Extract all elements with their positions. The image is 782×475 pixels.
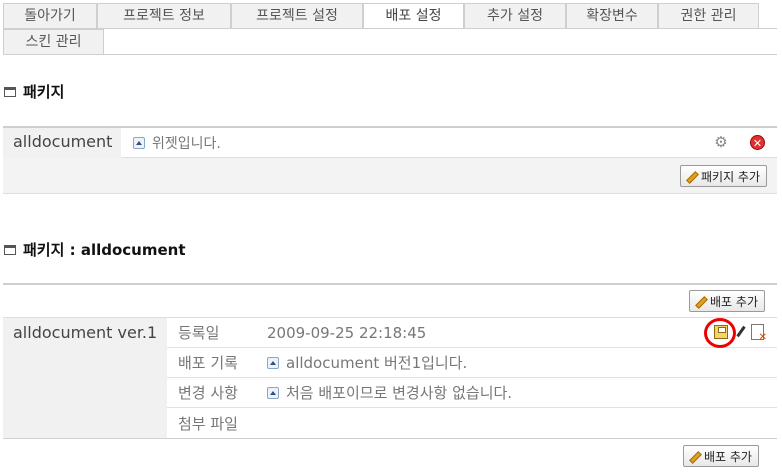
window-icon <box>4 86 16 97</box>
release-row-attachments: 첨부 파일 <box>167 408 777 438</box>
date-value: 2009-09-25 22:18:45 <box>267 323 427 342</box>
add-release-button-top[interactable]: 배포 추가 <box>689 290 765 312</box>
package-section-title: 패키지 <box>4 81 64 102</box>
tab-release-settings[interactable]: 배포 설정 <box>363 3 464 29</box>
log-value: alldocument 버전1입니다. <box>286 354 468 372</box>
release-heading: 패키지 : alldocument <box>23 241 186 259</box>
window-icon <box>4 244 16 255</box>
tab-project-info[interactable]: 프로젝트 정보 <box>97 3 231 28</box>
pencil-icon <box>688 450 700 462</box>
tab-extra-vars[interactable]: 확장변수 <box>566 3 658 28</box>
document-delete-icon[interactable] <box>751 324 767 343</box>
expand-icon[interactable] <box>267 356 279 369</box>
release-section-title: 패키지 : alldocument <box>4 239 186 260</box>
tab-permissions[interactable]: 권한 관리 <box>658 3 759 28</box>
release-details: 등록일 2009-09-25 22:18:45 배포 기록 alldocumen… <box>167 318 777 438</box>
log-label: 배포 기록 <box>178 354 238 372</box>
date-label: 등록일 <box>178 324 220 342</box>
changes-value: 처음 배포이므로 변경사항 없습니다. <box>286 384 513 402</box>
tab-back[interactable]: 돌아가기 <box>3 3 97 28</box>
package-row: alldocument 위젯입니다. ⚙ ✕ <box>3 127 777 158</box>
add-release-button-bottom[interactable]: 배포 추가 <box>683 445 759 467</box>
release-row-date: 등록일 2009-09-25 22:18:45 <box>167 318 777 348</box>
tab-project-settings[interactable]: 프로젝트 설정 <box>231 3 363 28</box>
release-row-changes: 변경 사항 처음 배포이므로 변경사항 없습니다. <box>167 378 777 408</box>
release-toolbar: 배포 추가 <box>3 285 777 318</box>
package-table: alldocument 위젯입니다. ⚙ ✕ 패키지 추가 <box>3 126 777 194</box>
changes-label: 변경 사항 <box>178 384 238 402</box>
package-name[interactable]: alldocument <box>3 127 121 158</box>
package-footer: 패키지 추가 <box>3 158 777 194</box>
tab-skin-manage[interactable]: 스킨 관리 <box>3 29 104 54</box>
attachments-label: 첨부 파일 <box>178 414 238 433</box>
expand-icon[interactable] <box>267 386 279 399</box>
pencil-icon <box>685 170 697 182</box>
package-description: 위젯입니다. <box>152 135 221 152</box>
release-name[interactable]: alldocument ver.1 <box>3 318 167 438</box>
package-heading: 패키지 <box>23 83 65 101</box>
tab-extra-settings[interactable]: 추가 설정 <box>464 3 566 28</box>
delete-icon[interactable]: ✕ <box>750 135 765 150</box>
gear-icon[interactable]: ⚙ <box>713 134 729 150</box>
pencil-icon <box>694 295 706 307</box>
tab-divider-bottom <box>3 54 777 55</box>
save-icon[interactable] <box>714 325 728 339</box>
add-package-button[interactable]: 패키지 추가 <box>679 165 767 187</box>
tab-divider <box>3 28 777 29</box>
expand-icon[interactable] <box>133 136 145 149</box>
pencil-icon[interactable] <box>733 324 747 340</box>
release-row-log: 배포 기록 alldocument 버전1입니다. <box>167 348 777 378</box>
